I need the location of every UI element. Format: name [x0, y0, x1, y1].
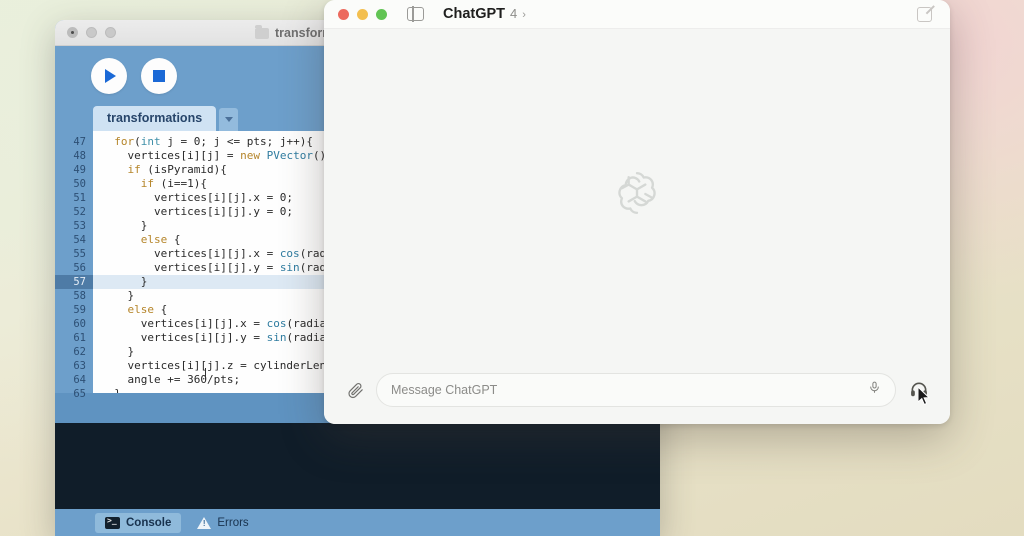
line-number: 48	[73, 150, 86, 162]
line-number: 50	[73, 178, 86, 190]
chat-message-area	[324, 29, 950, 362]
errors-tab-label: Errors	[217, 516, 249, 529]
model-label[interactable]: 4	[510, 6, 517, 21]
line-number: 57	[55, 275, 93, 289]
line-number: 62	[73, 346, 86, 358]
chatgpt-title-group[interactable]: ChatGPT 4 ›	[443, 6, 526, 22]
close-button[interactable]	[338, 8, 349, 20]
processing-status-bar: Console Errors	[55, 509, 660, 536]
message-input[interactable]: Message ChatGPT	[376, 373, 896, 407]
chevron-down-icon	[224, 117, 233, 122]
minimize-button[interactable]	[357, 8, 368, 20]
chat-composer: Message ChatGPT	[324, 362, 950, 424]
maximize-button[interactable]	[376, 8, 387, 20]
run-button[interactable]	[91, 57, 127, 94]
processing-close-button[interactable]	[67, 27, 78, 38]
processing-minimize-button[interactable]	[86, 27, 97, 38]
line-number: 65	[73, 388, 86, 400]
folder-icon	[255, 24, 269, 39]
warning-triangle-icon	[197, 516, 212, 529]
sidebar-toggle-icon[interactable]	[407, 6, 424, 22]
line-number: 53	[73, 220, 86, 232]
compose-icon[interactable]	[917, 7, 932, 22]
errors-tab[interactable]: Errors	[187, 513, 258, 533]
line-number: 56	[73, 262, 86, 274]
chatgpt-traffic-lights[interactable]	[338, 8, 387, 20]
line-number: 64	[73, 374, 86, 386]
line-number: 51	[73, 192, 86, 204]
console-tab-label: Console	[126, 516, 172, 529]
line-number: 55	[73, 248, 86, 260]
processing-maximize-button[interactable]	[105, 27, 116, 38]
console-output-panel	[55, 423, 660, 509]
terminal-icon	[105, 516, 120, 529]
line-number: 60	[73, 318, 86, 330]
microphone-icon[interactable]	[868, 380, 881, 400]
voice-mode-button[interactable]	[906, 377, 932, 406]
paperclip-icon[interactable]	[344, 379, 366, 401]
openai-logo	[610, 165, 664, 226]
line-number: 52	[73, 206, 86, 218]
tab-dropdown-button[interactable]	[219, 108, 239, 131]
line-number-gutter: 47 48 49 50 51 52 53 54 55 56 57 58 59 60 61 62 63 64 65	[55, 131, 93, 400]
chevron-right-icon: ›	[522, 9, 526, 21]
chatgpt-titlebar: ChatGPT 4 ›	[324, 0, 950, 29]
stop-button[interactable]	[141, 57, 177, 94]
text-caret	[205, 368, 206, 380]
processing-title-group: transform	[255, 20, 333, 46]
message-input-placeholder: Message ChatGPT	[391, 383, 498, 397]
chatgpt-window[interactable]: ChatGPT 4 › Message ChatGPT	[324, 0, 950, 424]
line-number: 58	[73, 290, 86, 302]
stop-icon	[153, 69, 165, 82]
line-number: 47	[73, 136, 86, 148]
line-number: 61	[73, 332, 86, 344]
line-number: 59	[73, 304, 86, 316]
processing-traffic-lights[interactable]	[67, 27, 116, 38]
desktop-wallpaper: transform transformations 47 48 49 50 51 52 53…	[0, 0, 1024, 536]
tab-transformations[interactable]: transformations	[93, 106, 217, 131]
app-title: ChatGPT	[443, 6, 506, 22]
line-number: 63	[73, 360, 86, 372]
console-tab[interactable]: Console	[95, 512, 182, 533]
play-icon	[105, 68, 116, 83]
line-number: 54	[73, 234, 86, 246]
line-number: 49	[73, 164, 86, 176]
